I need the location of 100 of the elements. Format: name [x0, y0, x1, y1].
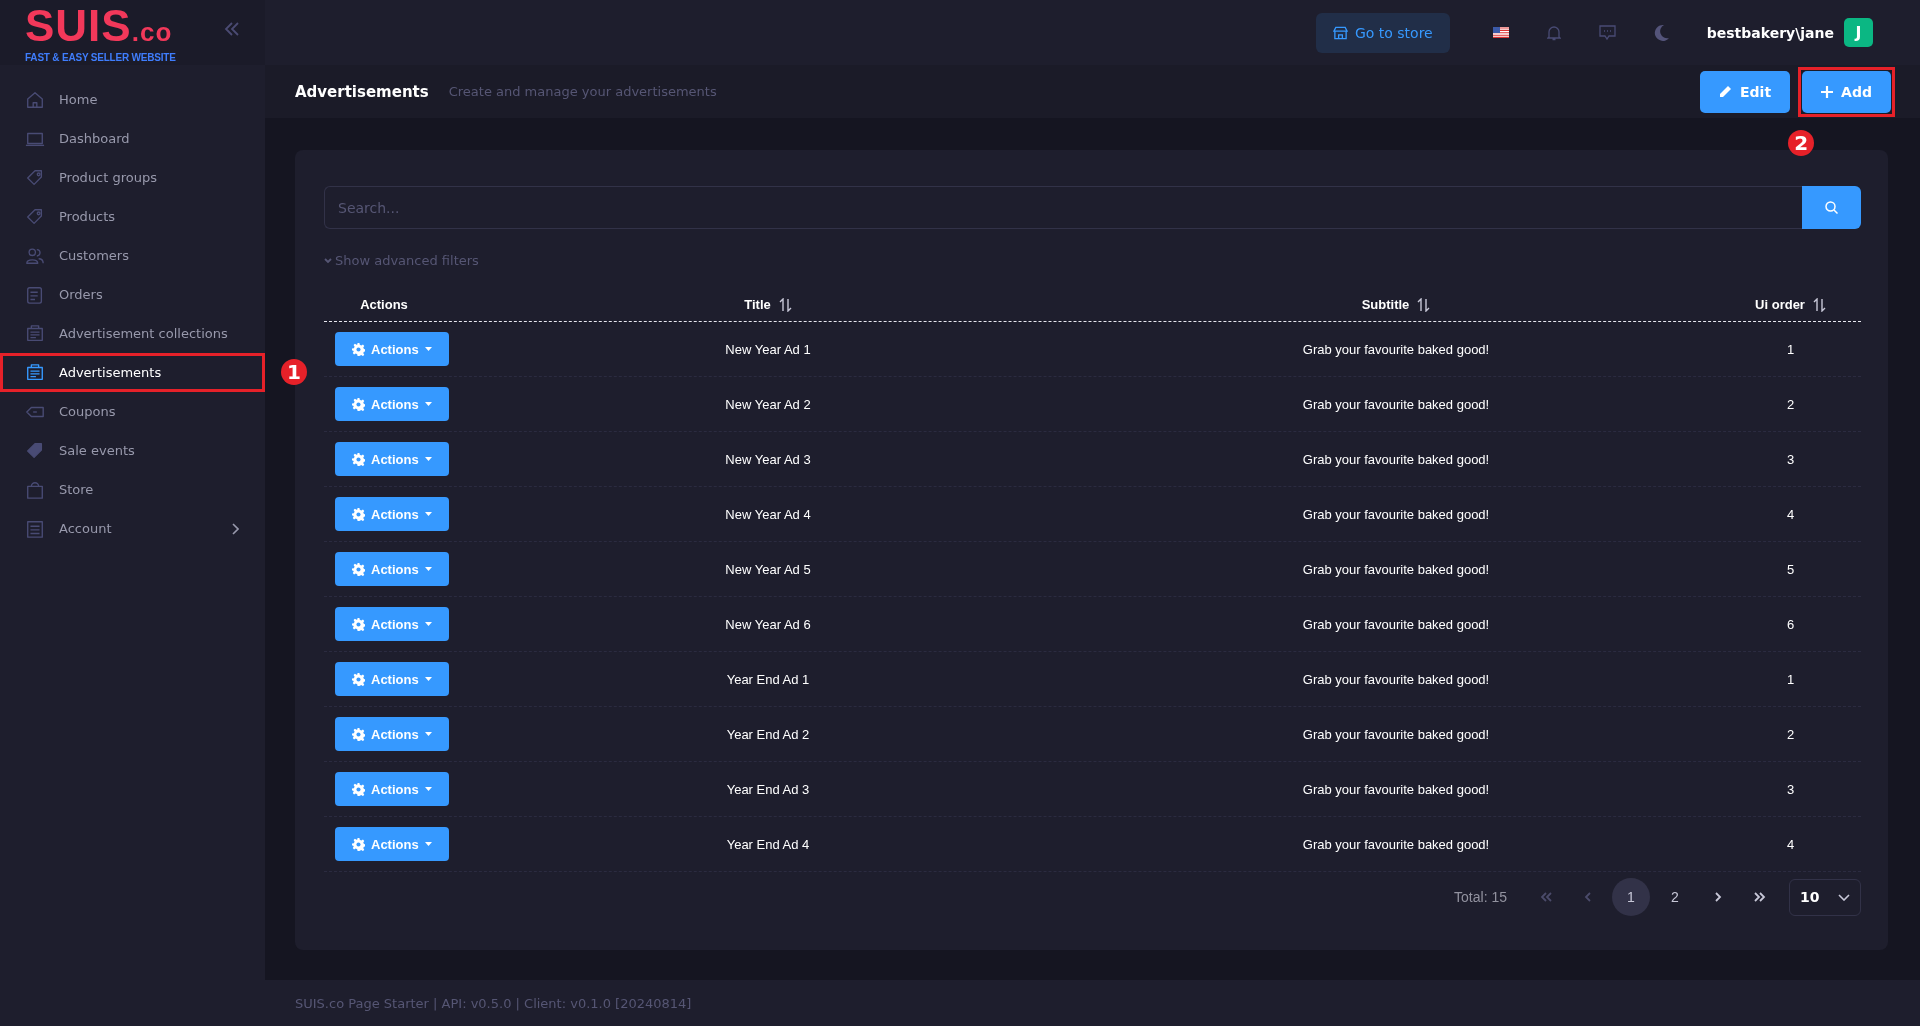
sidebar-item[interactable]: Home: [0, 80, 265, 119]
sidebar-item[interactable]: Sale events: [0, 431, 265, 470]
gear-icon: [352, 397, 365, 411]
table-cell: New Year Ad 5: [725, 561, 811, 577]
pencil-icon: [1719, 85, 1733, 98]
table-cell: Year End Ad 2: [726, 726, 810, 742]
gear-icon: [352, 452, 365, 466]
caret-icon: [424, 567, 432, 571]
gear-icon: [352, 507, 365, 521]
sidebar-item[interactable]: Customers: [0, 236, 265, 275]
logo-tagline: FAST & EASY SELLER WEBSITE: [25, 52, 176, 63]
table-cell: Grab your favourite baked good!: [1302, 781, 1490, 797]
caret-icon: [424, 622, 432, 626]
gear-icon: [352, 342, 365, 356]
caret-icon: [424, 732, 432, 736]
callout-number: 2: [1788, 129, 1815, 156]
search-button[interactable]: [1802, 186, 1861, 229]
price-tag-icon: [25, 440, 45, 461]
table-cell: Year End Ad 3: [726, 781, 810, 797]
table-cell: New Year Ad 4: [725, 506, 811, 522]
table-cell: Grab your favourite baked good!: [1302, 451, 1490, 467]
table-cell: Grab your favourite baked good!: [1302, 506, 1490, 522]
collapse-icon[interactable]: [224, 22, 240, 36]
table-cell: Grab your favourite baked good!: [1302, 671, 1490, 687]
sort-icon[interactable]: [1812, 297, 1826, 312]
table-cell: Grab your favourite baked good!: [1302, 836, 1490, 852]
moon-icon[interactable]: [1653, 24, 1670, 41]
footer-text: SUIS.co Page Starter | API: v0.5.0 | Client: v0.1.0 [20240814]: [295, 995, 692, 1011]
user-name[interactable]: bestbakery\jane: [1706, 24, 1834, 41]
gear-icon: [352, 727, 365, 741]
sidebar-item[interactable]: Advertisement collections: [0, 314, 265, 353]
page-subtitle: Create and manage your advertisements: [448, 84, 718, 99]
page-button[interactable]: 2: [1656, 878, 1694, 916]
table-cell: 4: [1786, 836, 1795, 852]
next-page-icon[interactable]: [1712, 892, 1724, 902]
column-header[interactable]: Subtitle: [1361, 297, 1410, 312]
sort-icon[interactable]: [778, 297, 792, 312]
billboard-icon: [25, 323, 45, 344]
sidebar-item[interactable]: Product groups: [0, 158, 265, 197]
table-cell: 5: [1786, 561, 1795, 577]
sidebar-item[interactable]: Products: [0, 197, 265, 236]
billboard-icon: [25, 362, 45, 383]
sidebar-item[interactable]: Store: [0, 470, 265, 509]
total-count: Total: 15: [1454, 889, 1507, 905]
caret-icon: [424, 512, 432, 516]
search-icon: [1825, 201, 1838, 214]
previous-page-icon[interactable]: [1582, 892, 1594, 902]
caret-icon: [424, 787, 432, 791]
sidebar-item[interactable]: Orders: [0, 275, 265, 314]
table-cell: 3: [1786, 451, 1795, 467]
table-cell: Grab your favourite baked good!: [1302, 726, 1490, 742]
sort-icon[interactable]: [1417, 297, 1431, 312]
table-cell: Year End Ad 4: [726, 836, 810, 852]
bell-icon[interactable]: [1546, 24, 1561, 41]
plus-icon: [1821, 85, 1834, 98]
table-cell: 2: [1786, 726, 1795, 742]
caret-icon: [424, 402, 432, 406]
caret-icon: [424, 842, 432, 846]
caret-icon: [424, 457, 432, 461]
sidebar-item[interactable]: Account: [0, 509, 265, 548]
gear-icon: [352, 672, 365, 686]
page-button[interactable]: 1: [1612, 878, 1650, 916]
table-cell: Grab your favourite baked good!: [1302, 341, 1490, 357]
last-page-icon[interactable]: [1754, 892, 1766, 902]
search-field[interactable]: Search...: [324, 186, 1802, 229]
tag-icon: [25, 206, 45, 227]
sidebar-item[interactable]: Coupons: [0, 392, 265, 431]
gear-icon: [352, 562, 365, 576]
flag-icon[interactable]: [1492, 27, 1509, 38]
table-cell: 2: [1786, 396, 1795, 412]
page-title: Advertisements: [295, 82, 429, 101]
checklist-icon: [25, 284, 45, 305]
table-cell: New Year Ad 6: [725, 616, 811, 632]
table-cell: 1: [1786, 341, 1795, 357]
sidebar-item[interactable]: Dashboard: [0, 119, 265, 158]
table-cell: 3: [1786, 781, 1795, 797]
logo-wordmark: SUIS.co: [25, 6, 174, 52]
table-cell: 6: [1786, 616, 1795, 632]
caret-icon: [424, 677, 432, 681]
settings-panel-icon: [25, 518, 45, 539]
home-icon: [25, 89, 45, 110]
table-cell: Grab your favourite baked good!: [1302, 561, 1490, 577]
table-cell: Grab your favourite baked good!: [1302, 396, 1490, 412]
go-to-store-button[interactable]: Go to store: [1315, 12, 1450, 53]
chevron-down-icon: [1838, 893, 1850, 901]
callout-number: 1: [281, 359, 307, 385]
column-header[interactable]: Title: [744, 297, 771, 312]
table-cell: Year End Ad 1: [726, 671, 810, 687]
chevron-down-icon: [324, 257, 332, 264]
column-header: Actions: [360, 297, 408, 312]
first-page-icon[interactable]: [1540, 892, 1552, 902]
tag-icon: [25, 167, 45, 188]
column-header[interactable]: Ui order: [1755, 297, 1805, 312]
chat-icon[interactable]: [1598, 24, 1616, 41]
table-cell: New Year Ad 1: [725, 341, 811, 357]
store-icon: [1332, 25, 1348, 40]
gear-icon: [352, 782, 365, 796]
page-size-select[interactable]: 10: [1789, 878, 1861, 916]
table-cell: New Year Ad 2: [725, 396, 811, 412]
gear-icon: [352, 617, 365, 631]
